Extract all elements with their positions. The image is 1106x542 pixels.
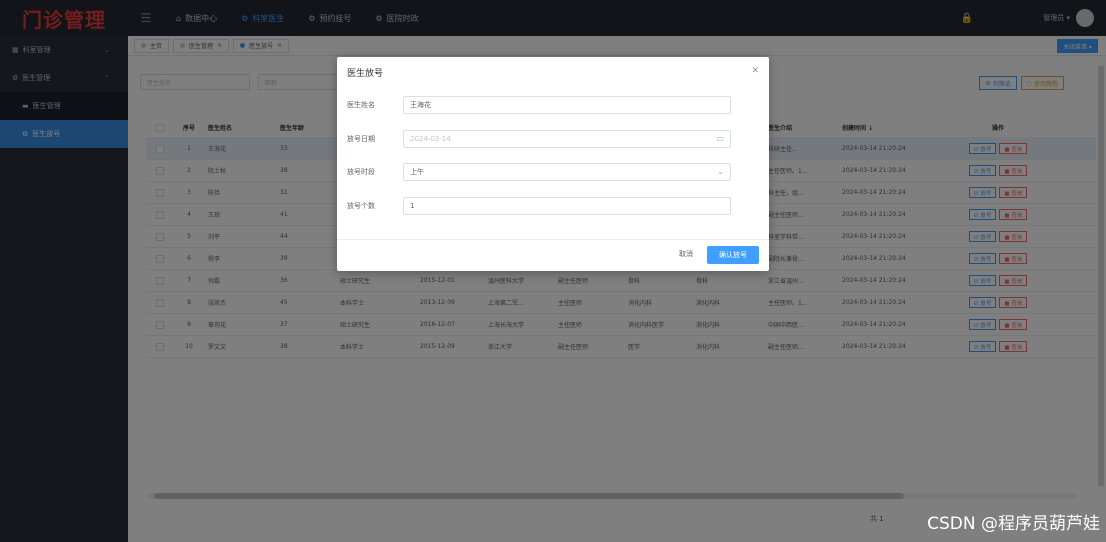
doctor-name-field[interactable]: 王海花 <box>403 96 731 114</box>
form-row-count: 放号个数 1 <box>347 197 731 215</box>
schedule-count-field[interactable]: 1 <box>403 197 731 215</box>
field-label: 放号时段 <box>347 168 375 176</box>
form-row-date: 放号日期 2024-03-14 ▭ <box>347 130 731 148</box>
field-label: 放号个数 <box>347 202 375 210</box>
dialog-footer: 取消 确认放号 <box>337 239 769 271</box>
confirm-schedule-button[interactable]: 确认放号 <box>707 246 759 264</box>
schedule-period-select[interactable]: 上午 ⌄ <box>403 163 731 181</box>
dialog-title: 医生放号 <box>347 68 384 79</box>
schedule-date-field[interactable]: 2024-03-14 ▭ <box>403 130 731 148</box>
form-row-name: 医生姓名 王海花 <box>347 96 731 114</box>
chevron-down-icon: ⌄ <box>717 167 724 176</box>
close-icon[interactable]: ✕ <box>751 66 759 76</box>
watermark: CSDN @程序员葫芦娃 <box>927 514 1100 534</box>
field-label: 放号日期 <box>347 135 375 143</box>
cancel-button[interactable]: 取消 <box>679 249 693 259</box>
doctor-schedule-dialog: 医生放号 ✕ 医生姓名 王海花 放号日期 2024-03-14 ▭ 放号时段 上… <box>337 57 769 271</box>
form-row-period: 放号时段 上午 ⌄ <box>347 163 731 181</box>
calendar-icon: ▭ <box>716 134 724 143</box>
field-label: 医生姓名 <box>347 101 375 109</box>
